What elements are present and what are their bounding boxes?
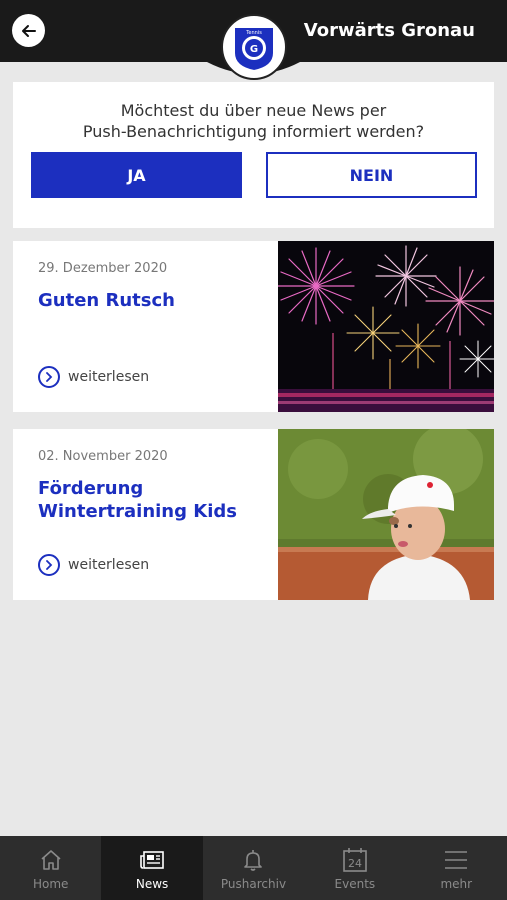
news-card[interactable]: 29. Dezember 2020 Guten Rutsch weiterles…	[13, 241, 494, 412]
read-more-label: weiterlesen	[68, 557, 150, 573]
read-more-link[interactable]: weiterlesen	[38, 554, 149, 576]
nav-label-events: Events	[334, 877, 376, 891]
news-date: 02. November 2020	[38, 449, 168, 464]
calendar-icon: 24	[341, 846, 369, 874]
club-logo: G Tennis	[221, 14, 287, 80]
nav-label-pusharchiv: Pusharchiv	[220, 877, 287, 891]
push-prompt-line1: Möchtest du über neue News per	[120, 101, 387, 120]
news-date: 29. Dezember 2020	[38, 261, 168, 276]
nav-pusharchiv[interactable]: Pusharchiv	[203, 836, 304, 900]
news-title[interactable]: Guten Rutsch	[38, 289, 268, 312]
nav-news[interactable]: News	[101, 836, 203, 900]
bottom-navigation: Home News Pusharchiv 24 Events mehr	[0, 836, 507, 900]
svg-text:G: G	[250, 44, 258, 55]
chevron-right-icon	[38, 366, 60, 388]
bell-icon	[239, 846, 267, 874]
nav-label-home: Home	[32, 877, 69, 891]
news-card[interactable]: 02. November 2020 Förderung Wintertraini…	[13, 429, 494, 600]
chevron-right-icon	[38, 554, 60, 576]
nav-home[interactable]: Home	[0, 836, 101, 900]
read-more-label: weiterlesen	[68, 369, 150, 385]
push-prompt-text: Möchtest du über neue News per Push-Bena…	[13, 100, 494, 142]
nav-label-news: News	[135, 877, 169, 891]
kid-tennis-image[interactable]	[278, 429, 494, 600]
arrow-left-icon	[21, 24, 36, 37]
read-more-link[interactable]: weiterlesen	[38, 366, 149, 388]
push-prompt-line2: Push-Benachrichtigung informiert werden?	[82, 122, 425, 141]
push-prompt-card: Möchtest du über neue News per Push-Bena…	[13, 82, 494, 228]
menu-icon	[442, 846, 470, 874]
nav-events[interactable]: 24 Events	[304, 836, 405, 900]
nav-mehr[interactable]: mehr	[406, 836, 507, 900]
news-icon	[138, 846, 166, 874]
fireworks-image[interactable]	[278, 241, 494, 412]
home-icon	[37, 846, 65, 874]
page-title: Vorwärts Gronau	[303, 20, 475, 41]
svg-text:24: 24	[348, 857, 362, 870]
yes-button[interactable]: JA	[31, 152, 242, 198]
no-button[interactable]: NEIN	[266, 152, 477, 198]
back-button[interactable]	[12, 14, 45, 47]
news-title[interactable]: Förderung Wintertraining Kids	[38, 477, 268, 523]
svg-text:Tennis: Tennis	[245, 30, 262, 36]
nav-label-mehr: mehr	[440, 877, 473, 891]
